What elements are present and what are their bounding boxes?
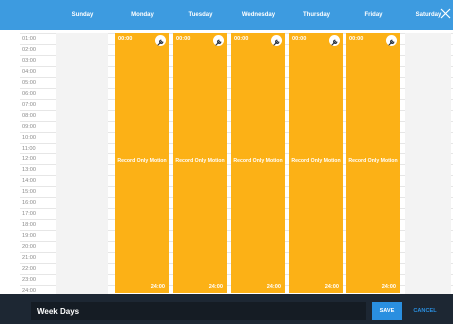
day-header-friday: Friday	[364, 12, 383, 18]
schedule-block-wednesday[interactable]: 00:00 24:00 Record Only Motion	[231, 33, 285, 293]
hour-label: 18:00	[22, 222, 36, 229]
block-mode-label: Record Only Motion	[233, 158, 283, 164]
hour-label: 22:00	[22, 265, 36, 272]
day-header-monday: Monday	[131, 12, 154, 18]
block-end-time: 24:00	[381, 284, 396, 290]
hour-label: 06:00	[22, 90, 36, 97]
schedule-block-tuesday[interactable]: 00:00 24:00 Record Only Motion	[173, 33, 227, 293]
hour-label: 08:00	[22, 112, 36, 119]
block-start-time: 00:00	[349, 36, 364, 42]
hour-label: 04:00	[22, 68, 36, 75]
hour-label: 23:00	[22, 276, 36, 283]
block-mode-label: Record Only Motion	[291, 158, 341, 164]
hour-label: 02:00	[22, 46, 36, 53]
block-start-time: 00:00	[118, 36, 133, 42]
edit-block-button[interactable]	[386, 35, 397, 46]
block-mode-label: Record Only Motion	[117, 158, 167, 164]
wrench-icon	[215, 39, 222, 46]
hour-label: 15:00	[22, 189, 36, 196]
edit-block-button[interactable]	[155, 35, 166, 46]
hour-label: 09:00	[22, 123, 36, 130]
schedule-name-input[interactable]	[31, 302, 366, 320]
hour-label: 03:00	[22, 57, 36, 64]
block-end-time: 24:00	[266, 284, 281, 290]
hour-label: 05:00	[22, 79, 36, 86]
hour-label: 13:00	[22, 167, 36, 174]
close-icon[interactable]	[440, 8, 451, 19]
hour-label: 01:00	[22, 36, 36, 42]
block-end-time: 24:00	[324, 284, 339, 290]
hour-label: 14:00	[22, 178, 36, 185]
block-start-time: 00:00	[176, 36, 191, 42]
cancel-button[interactable]: CANCEL	[408, 302, 442, 320]
wrench-icon	[157, 39, 164, 46]
hour-label: 12:00	[22, 156, 36, 163]
hour-label: 17:00	[22, 211, 36, 218]
wrench-icon	[388, 39, 395, 46]
block-start-time: 00:00	[234, 36, 249, 42]
hour-label: 19:00	[22, 233, 36, 240]
hour-label: 10:00	[22, 134, 36, 141]
schedule-block-friday[interactable]: 00:00 24:00 Record Only Motion	[346, 33, 400, 293]
day-header-tuesday: Tuesday	[188, 12, 213, 18]
schedule-block-thursday[interactable]: 00:00 24:00 Record Only Motion	[289, 33, 343, 293]
day-header-thursday: Thursday	[302, 12, 330, 18]
save-button[interactable]: SAVE	[372, 302, 402, 320]
edit-block-button[interactable]	[329, 35, 340, 46]
schedule-block-monday[interactable]: 00:00 24:00 Record Only Motion	[115, 33, 169, 293]
hour-label: 20:00	[22, 244, 36, 251]
block-start-time: 00:00	[292, 36, 307, 42]
edit-block-button[interactable]	[271, 35, 282, 46]
wrench-icon	[331, 39, 338, 46]
edit-block-button[interactable]	[213, 35, 224, 46]
block-mode-label: Record Only Motion	[348, 158, 398, 164]
hour-label: 11:00	[22, 145, 36, 152]
block-end-time: 24:00	[150, 284, 165, 290]
hour-label: 16:00	[22, 200, 36, 207]
block-mode-label: Record Only Motion	[175, 158, 225, 164]
day-column-saturday[interactable]	[405, 33, 451, 294]
block-end-time: 24:00	[208, 284, 223, 290]
day-header-wednesday: Wednesday	[241, 12, 276, 18]
hour-label: 07:00	[22, 101, 36, 108]
wrench-icon	[273, 39, 280, 46]
day-column-sunday[interactable]	[56, 33, 108, 294]
day-header-sunday: Sunday	[71, 12, 94, 18]
hour-label: 21:00	[22, 255, 36, 261]
